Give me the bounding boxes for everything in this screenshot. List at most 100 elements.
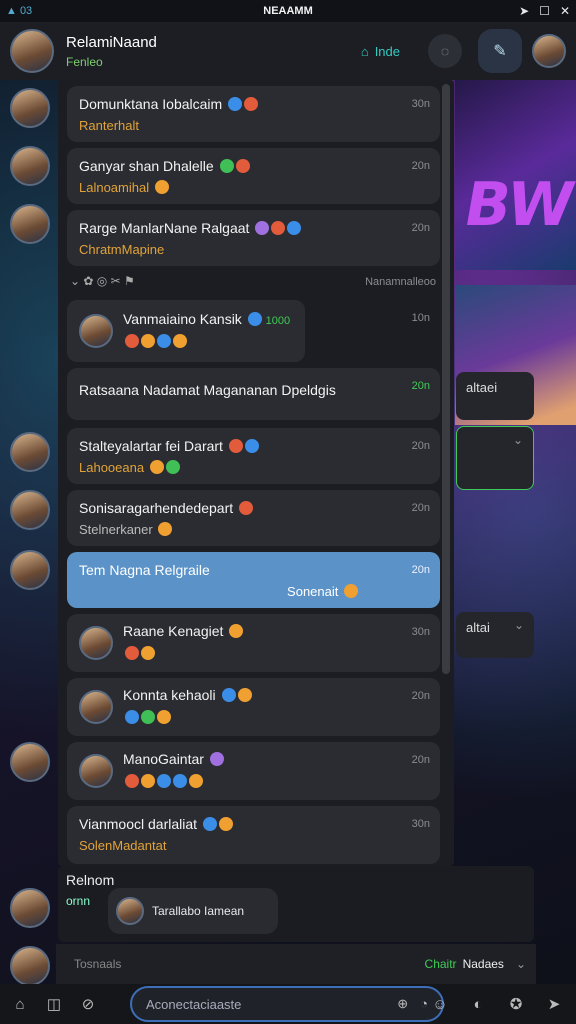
chat-title: RelamiNaand [66,33,157,51]
list-item[interactable]: Ratsaana Nadamat Magananan Dpeldgis 20n [67,368,440,420]
message-preview: Stelnerkaner [79,522,153,537]
list-item[interactable]: Ganyar shan Dhalelle Lalnoamihal 20n [67,148,440,204]
avatar [116,897,144,925]
message-time: 20n [411,160,430,172]
home-label: Inde [374,43,400,59]
chevron-down-icon[interactable]: ⌄ [516,957,526,971]
chat-subtitle: Fenleo [66,54,103,69]
avatar [79,314,113,348]
settings-button[interactable]: ◌ [428,34,462,68]
avatar [79,626,113,660]
home-icon[interactable]: ⌂ [8,992,32,1016]
side-card-label: altaei [466,380,498,395]
list-item[interactable]: Stalteyalartar fei Darart Lahooeana 20n [67,428,440,484]
avatar[interactable] [10,29,54,73]
list-item[interactable]: Raane Kenagiet 30n [67,614,440,672]
edit-icon: ✎ [493,43,507,60]
chevron-down-icon: ⌄ [512,433,523,447]
gif-icon[interactable]: ✪ [504,992,528,1016]
status-title: NEAAMM [263,5,313,17]
avatar[interactable] [10,946,50,986]
message-preview: Sonenait [287,584,339,599]
avatar[interactable] [10,204,50,244]
message-time: 10n [411,312,430,324]
list-item[interactable]: Konnta kehaoli 20n [67,678,440,736]
side-card[interactable]: altai ⌄ [456,612,534,658]
avatar [79,690,113,724]
message-input-placeholder: Aconectaciaaste [146,996,242,1012]
message-name: Vanmaiaino Kansik [123,311,242,327]
typing-text: Tarallabo Iamean [152,904,245,918]
message-time: 20n [411,754,430,766]
list-item-selected[interactable]: Tem Nagna Relgraile Sonenait 20n [67,552,440,608]
poster-logo: BW [459,170,576,240]
message-time: 20n [411,380,430,392]
scrollbar[interactable] [442,84,450,674]
preview-status: Chaitr [424,957,457,971]
message-name: Raane Kenagiet [123,623,224,639]
message-preview: SolenMadantat [79,838,167,853]
message-preview: ChratmMapine [79,242,165,257]
list-item[interactable]: ManoGaintar 20n [67,742,440,800]
message-name: Vianmoocl darlaliat [79,816,198,832]
message-name: Konnta kehaoli [123,687,216,703]
list-item[interactable]: Vianmoocl darlaliat SolenMadantat 30n [67,806,440,864]
message-input[interactable]: Aconectaciaaste ⊕ ◔ [130,986,444,1022]
avatar[interactable] [10,432,50,472]
message-time-wrap: 10n [380,300,440,340]
home-icon: ⌂ [360,43,369,59]
avatar[interactable] [10,888,50,928]
message-time: 20n [411,564,430,576]
message-name: Ratsaana Nadamat Magananan Dpeldgis [79,382,336,398]
side-card-label: altai [466,620,490,635]
message-name: ManoGaintar [123,751,204,767]
home-button[interactable]: ⌂ Inde [361,44,400,59]
message-name: Domunktana Iobalcaim [79,96,223,112]
preview-bar[interactable]: Tosnaals Chaitr Nadaes ⌄ [56,944,536,984]
message-preview: Ranterhalt [79,118,139,133]
avatar[interactable] [10,146,50,186]
list-item[interactable]: Domunktana Iobalcaim Ranterhalt 30n [67,86,440,142]
list-item[interactable]: Vanmaiaino Kansik 1000 [67,300,305,362]
divider-label: Nanamnalleoo [365,276,436,288]
composer: ⌂ ◫ ⊘ Aconectaciaaste ⊕ ◔ ☺ ◐ ✪ ➤ [0,984,576,1024]
message-name: Tem Nagna Relgraile [79,562,210,578]
poster-image: BW [455,80,576,270]
avatar[interactable] [10,742,50,782]
message-time: 30n [411,818,430,830]
chat-header: RelamiNaand Fenleo ⌂ Inde ◌ ✎ [0,22,576,80]
side-card[interactable]: ⌄ [456,426,534,490]
message-name: Sonisaragarhendedepart [79,500,234,516]
avatar [79,754,113,788]
emoji-icon[interactable]: ☺ [428,992,452,1016]
mute-icon[interactable]: ⊘ [76,992,100,1016]
avatar[interactable] [10,490,50,530]
chat-card-sub: ornn [66,894,91,908]
sticker-icon[interactable]: ◐ [466,992,490,1016]
message-name: Stalteyalartar fei Darart [79,438,223,454]
profile-avatar[interactable] [532,34,566,68]
side-card[interactable]: altaei [456,372,534,420]
avatar[interactable] [10,550,50,590]
message-time: 20n [411,690,430,702]
avatar[interactable] [10,88,50,128]
message-time: 20n [411,222,430,234]
preview-label: Tosnaals [74,957,122,971]
timer-icon[interactable]: ◔ [420,996,428,1012]
attach-icon[interactable]: ⊕ [397,996,408,1012]
circle-icon: ◌ [440,43,450,59]
chat-card-name: Relnom [66,872,115,888]
list-item[interactable]: Sonisaragarhendedepart Stelnerkaner 20n [67,490,440,546]
preview-text: Nadaes [462,957,504,971]
badge: 1000 [265,315,291,327]
message-time: 20n [411,502,430,514]
reaction-row[interactable]: ⌄ ✿ ◎ ✂ ⚑ [70,274,135,288]
camera-icon[interactable]: ◫ [42,992,66,1016]
message-name: Ganyar shan Dhalelle [79,158,214,174]
edit-button[interactable]: ✎ [478,29,522,73]
list-item[interactable]: Rarge ManlarNane Ralgaat ChratmMapine 20… [67,210,440,266]
status-bar: ▲ 03 NEAAMM ➤ ☐ ✕ [0,0,576,22]
send-icon[interactable]: ➤ [542,992,566,1016]
message-time: 30n [411,98,430,110]
typing-indicator: Tarallabo Iamean [108,888,278,934]
